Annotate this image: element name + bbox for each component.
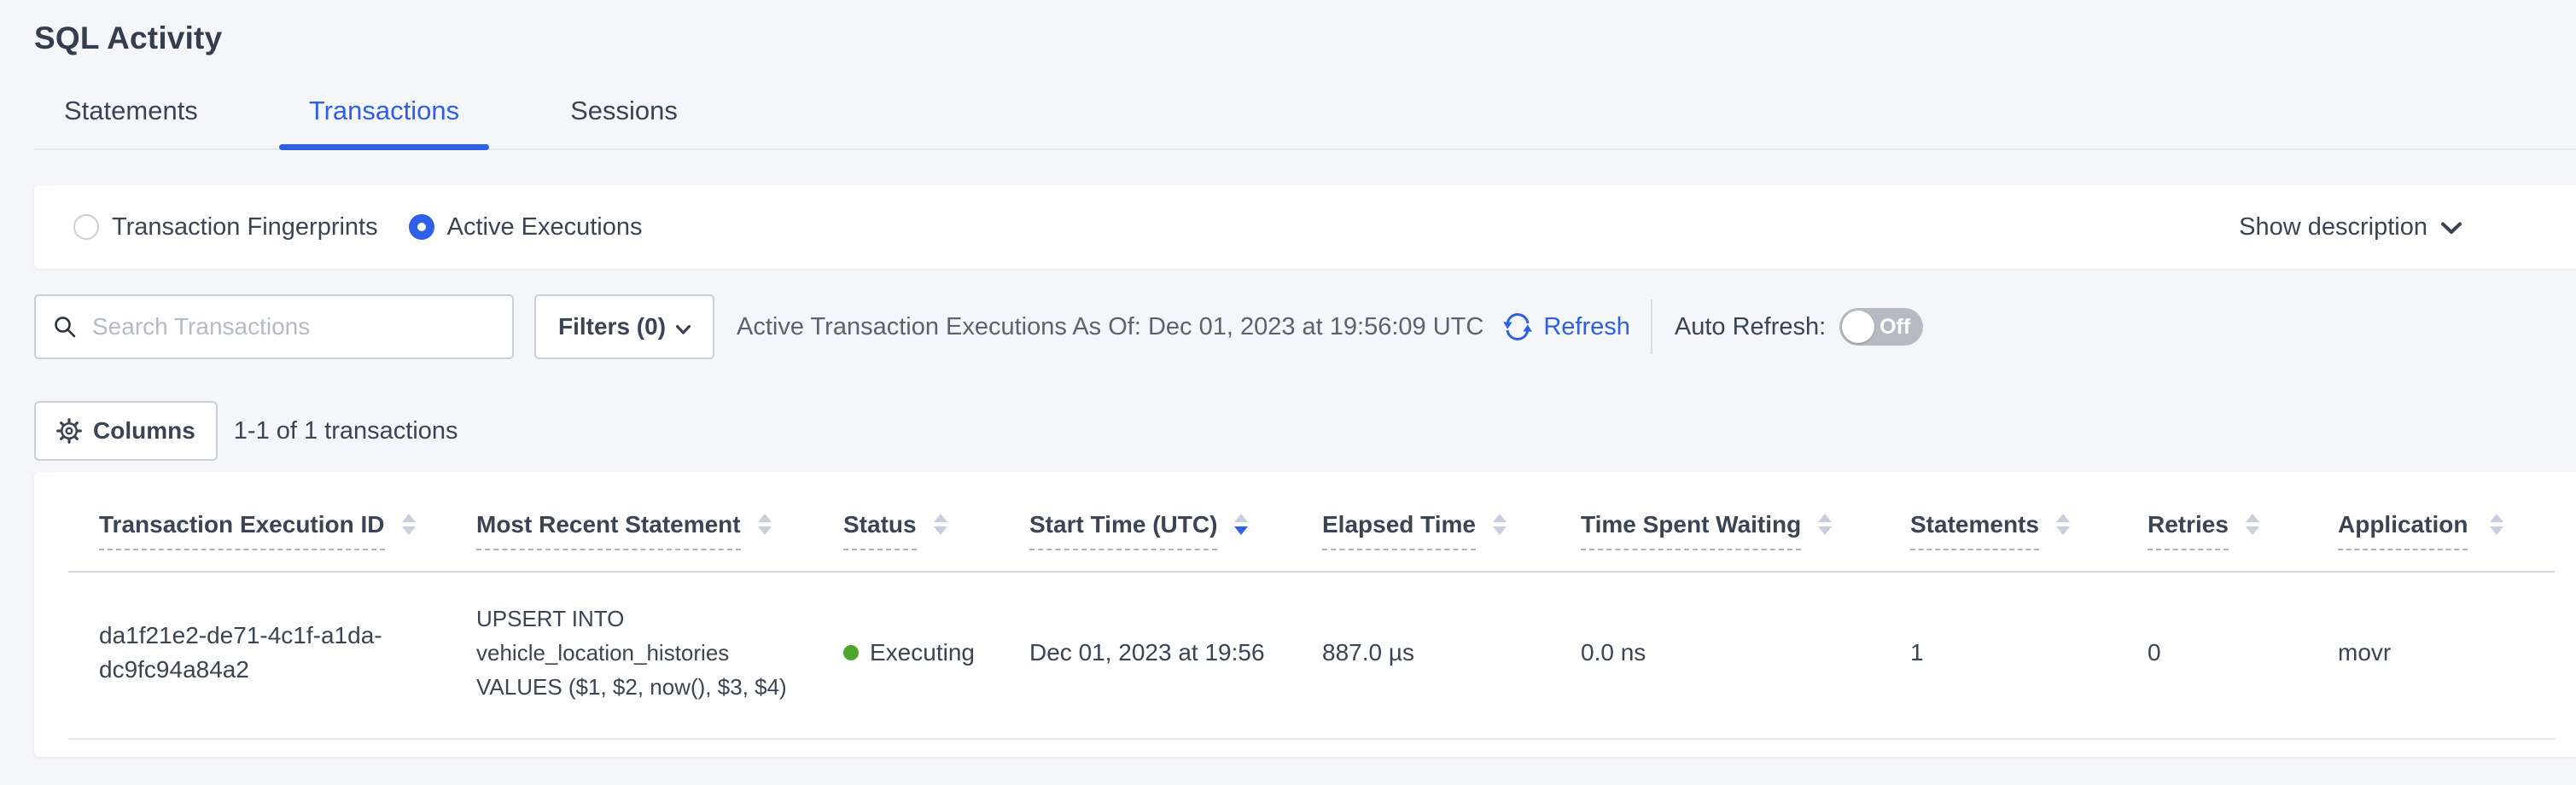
statement-text: UPSERT INTO vehicle_location_histories V… (476, 602, 787, 704)
show-description-label: Show description (2239, 213, 2427, 241)
transactions-table-card: Transaction Execution ID Most Recent Sta… (34, 472, 2576, 757)
tab-statements[interactable]: Statements (34, 96, 228, 148)
cell-transaction-execution-id: da1f21e2-de71-4c1f-a1da-dc9fc94a84a2 (68, 572, 446, 739)
chevron-down-icon (676, 313, 691, 340)
radio-active-executions[interactable]: Active Executions (409, 213, 643, 241)
gear-icon (56, 418, 82, 444)
sort-icon (917, 514, 947, 535)
transaction-execution-id-link[interactable]: da1f21e2-de71-4c1f-a1da-dc9fc94a84a2 (99, 619, 420, 687)
results-count: 1-1 of 1 transactions (234, 417, 458, 445)
search-box (34, 294, 514, 359)
column-header-statements[interactable]: Statements (1880, 472, 2117, 572)
vertical-divider (1651, 299, 1652, 354)
cell-retries: 0 (2117, 572, 2307, 739)
radio-transaction-fingerprints[interactable]: Transaction Fingerprints (73, 213, 378, 241)
sort-desc-icon (1217, 514, 1248, 535)
columns-label: Columns (93, 417, 195, 445)
sort-icon (2229, 514, 2259, 535)
tab-transactions[interactable]: Transactions (279, 96, 489, 148)
sort-icon (1801, 514, 1832, 535)
toggle-state-label: Off (1880, 315, 1910, 340)
cell-statements: 1 (1880, 572, 2117, 739)
tab-bar: Statements Transactions Sessions (34, 96, 2576, 150)
sql-activity-page: SQL Activity Statements Transactions Ses… (0, 0, 2576, 757)
filters-label: Filters (0) (558, 313, 666, 340)
table-row: da1f21e2-de71-4c1f-a1da-dc9fc94a84a2 UPS… (68, 572, 2555, 739)
column-header-application[interactable]: Application (2307, 472, 2555, 572)
radio-unchecked-icon[interactable] (73, 214, 99, 240)
search-icon (53, 315, 77, 339)
column-header-time-spent-waiting[interactable]: Time Spent Waiting (1550, 472, 1880, 572)
column-header-retries[interactable]: Retries (2117, 472, 2307, 572)
toolbar: Filters (0) Active Transaction Execution… (34, 294, 2576, 359)
chevron-down-icon (2441, 213, 2462, 241)
cell-most-recent-statement: UPSERT INTO vehicle_location_histories V… (446, 572, 813, 739)
view-mode-card: Transaction Fingerprints Active Executio… (34, 185, 2576, 269)
toggle-knob-icon (1842, 311, 1874, 343)
status-label: Executing (870, 636, 975, 670)
cell-start-time: Dec 01, 2023 at 19:56 (999, 572, 1291, 739)
sort-icon (2473, 514, 2503, 535)
table-toolbar: Columns 1-1 of 1 transactions (34, 401, 2576, 461)
tab-sessions[interactable]: Sessions (540, 96, 708, 148)
executing-status-dot-icon (843, 645, 859, 660)
radio-checked-icon[interactable] (409, 214, 434, 240)
transactions-table: Transaction Execution ID Most Recent Sta… (68, 472, 2555, 740)
radio-label: Transaction Fingerprints (112, 213, 378, 241)
cell-application: movr (2307, 572, 2555, 739)
refresh-icon (1502, 311, 1533, 342)
auto-refresh-label: Auto Refresh: (1675, 313, 1826, 341)
column-header-most-recent-statement[interactable]: Most Recent Statement (446, 472, 813, 572)
table-header-row: Transaction Execution ID Most Recent Sta… (68, 472, 2555, 572)
column-header-status[interactable]: Status (813, 472, 999, 572)
sort-icon (385, 514, 416, 535)
sort-icon (2039, 514, 2070, 535)
cell-status: Executing (813, 572, 999, 739)
filters-button[interactable]: Filters (0) (534, 294, 714, 359)
refresh-label: Refresh (1543, 313, 1630, 341)
show-description-button[interactable]: Show description (2239, 213, 2462, 241)
sort-icon (1476, 514, 1507, 535)
refresh-button[interactable]: Refresh (1502, 311, 1630, 342)
page-title: SQL Activity (34, 0, 2576, 56)
search-input[interactable] (34, 294, 514, 359)
radio-label: Active Executions (447, 213, 643, 241)
as-of-timestamp: Active Transaction Executions As Of: Dec… (737, 313, 1483, 341)
cell-elapsed-time: 887.0 µs (1291, 572, 1550, 739)
sort-icon (741, 514, 772, 535)
columns-button[interactable]: Columns (34, 401, 218, 461)
column-header-start-time[interactable]: Start Time (UTC) (999, 472, 1291, 572)
cell-time-spent-waiting: 0.0 ns (1550, 572, 1880, 739)
column-header-transaction-execution-id[interactable]: Transaction Execution ID (68, 472, 446, 572)
auto-refresh-toggle[interactable]: Off (1839, 308, 1923, 346)
column-header-elapsed-time[interactable]: Elapsed Time (1291, 472, 1550, 572)
